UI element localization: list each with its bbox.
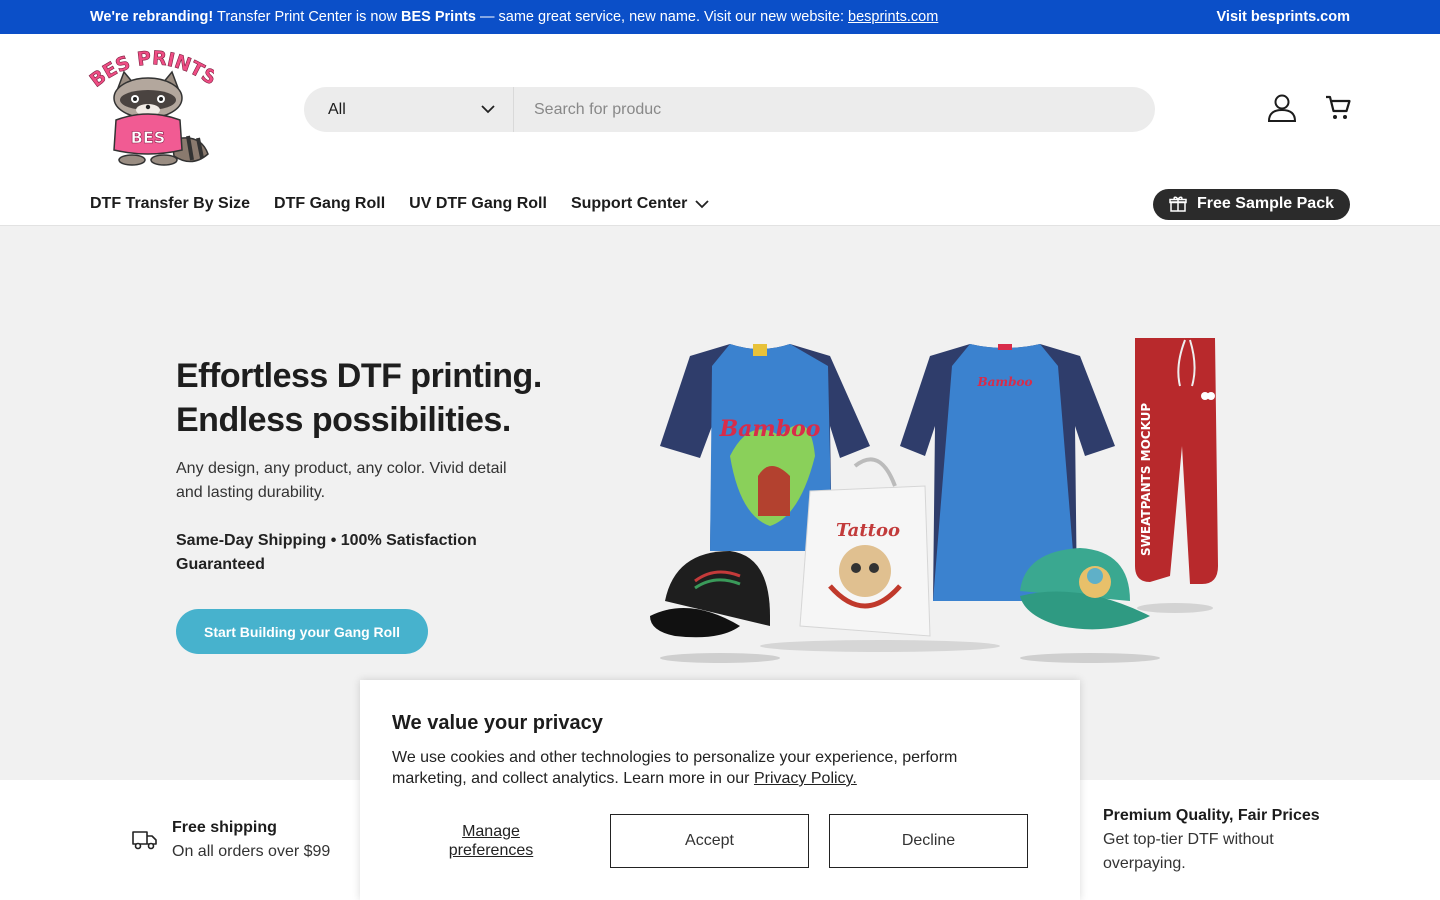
manage-preferences-link[interactable]: Manage preferences <box>422 822 560 860</box>
raccoon-logo-icon: BES PRINTS BES <box>85 47 221 166</box>
mockup-shirt-back-text: Bamboo <box>976 375 1032 389</box>
feature-premium-quality: Premium Quality, Fair Prices Get top-tie… <box>1103 804 1353 876</box>
search-field-wrap <box>514 87 1155 132</box>
chevron-down-icon <box>481 105 495 114</box>
nav-item-uv-dtf-gang-roll[interactable]: UV DTF Gang Roll <box>409 195 547 213</box>
announcement-bar: We're rebranding! Transfer Print Center … <box>0 0 1440 34</box>
nav-item-label: Support Center <box>570 195 688 212</box>
nav-item-label: DTF Transfer By Size <box>90 195 251 212</box>
site-logo[interactable]: BES PRINTS BES <box>85 47 221 172</box>
free-sample-pack-label: Free Sample Pack <box>1197 195 1334 212</box>
category-select-value: All <box>328 100 346 118</box>
start-building-button[interactable]: Start Building your Gang Roll <box>176 609 428 654</box>
cookie-text: We use cookies and other technologies to… <box>392 747 1012 789</box>
mockup-shirt-text: Bamboo <box>719 416 821 442</box>
mockup-bag-text: Tattoo <box>836 520 900 541</box>
feature-desc: On all orders over $99 <box>172 843 331 860</box>
chevron-down-icon <box>695 199 710 208</box>
merch-mockup-image: Bamboo Bamboo SWEATPANTS MOCKUP Tattoo <box>650 338 1218 663</box>
announcement-text-1: Transfer Print Center is now <box>217 9 397 25</box>
search-input[interactable] <box>534 100 1155 119</box>
cookie-body: We use cookies and other technologies to… <box>392 749 958 787</box>
nav-item-support-center[interactable]: Support Center <box>570 195 710 213</box>
cart-button[interactable] <box>1320 90 1356 126</box>
nav-item-label: DTF Gang Roll <box>274 195 386 212</box>
announcement-text-2: — same great service, new name. Visit ou… <box>479 9 844 25</box>
hero-title: Effortless DTF printing. Endless possibi… <box>176 354 596 442</box>
cookie-consent-dialog: We value your privacy We use cookies and… <box>360 680 1080 900</box>
feature-title: Free shipping <box>172 819 277 836</box>
privacy-policy-link[interactable]: Privacy Policy. <box>754 770 857 787</box>
feature-desc: Get top-tier DTF without overpaying. <box>1103 831 1274 872</box>
site-header: BES PRINTS BES All <box>0 34 1440 184</box>
hero-title-line-2: Endless possibilities. <box>176 401 511 439</box>
feature-title: Premium Quality, Fair Prices <box>1103 807 1320 824</box>
search-bar: All <box>304 87 1155 132</box>
account-button[interactable] <box>1264 90 1300 126</box>
hero-title-line-1: Effortless DTF printing. <box>176 357 542 395</box>
feature-free-shipping: Free shipping On all orders over $99 <box>132 816 330 864</box>
free-sample-pack-button[interactable]: Free Sample Pack <box>1153 188 1350 220</box>
gift-icon <box>1169 196 1187 212</box>
category-select[interactable]: All <box>304 87 514 132</box>
hero-subtitle: Any design, any product, any color. Vivi… <box>176 460 507 501</box>
announcement-lead: We're rebranding! <box>90 9 214 25</box>
announcement-text: We're rebranding! Transfer Print Center … <box>90 9 938 25</box>
visit-site-link[interactable]: Visit besprints.com <box>1217 9 1351 25</box>
nav-item-dtf-gang-roll[interactable]: DTF Gang Roll <box>274 195 385 213</box>
announcement-brand: BES Prints <box>401 9 476 25</box>
logo-shirt-text: BES <box>131 128 166 147</box>
cookie-title: We value your privacy <box>392 712 603 734</box>
decline-button[interactable]: Decline <box>829 814 1028 868</box>
mockup-pants-text: SWEATPANTS MOCKUP <box>1139 403 1153 556</box>
nav-item-label: UV DTF Gang Roll <box>409 195 547 212</box>
main-nav: DTF Transfer By Size DTF Gang Roll UV DT… <box>90 184 1350 224</box>
hero-perks: Same-Day Shipping • 100% Satisfaction Gu… <box>176 532 477 573</box>
nav-item-dtf-transfer-by-size[interactable]: DTF Transfer By Size <box>90 195 250 213</box>
user-icon <box>1267 94 1297 122</box>
accept-button[interactable]: Accept <box>610 814 809 868</box>
truck-icon <box>132 831 157 850</box>
announcement-link[interactable]: besprints.com <box>848 9 938 25</box>
cart-icon <box>1326 95 1351 119</box>
